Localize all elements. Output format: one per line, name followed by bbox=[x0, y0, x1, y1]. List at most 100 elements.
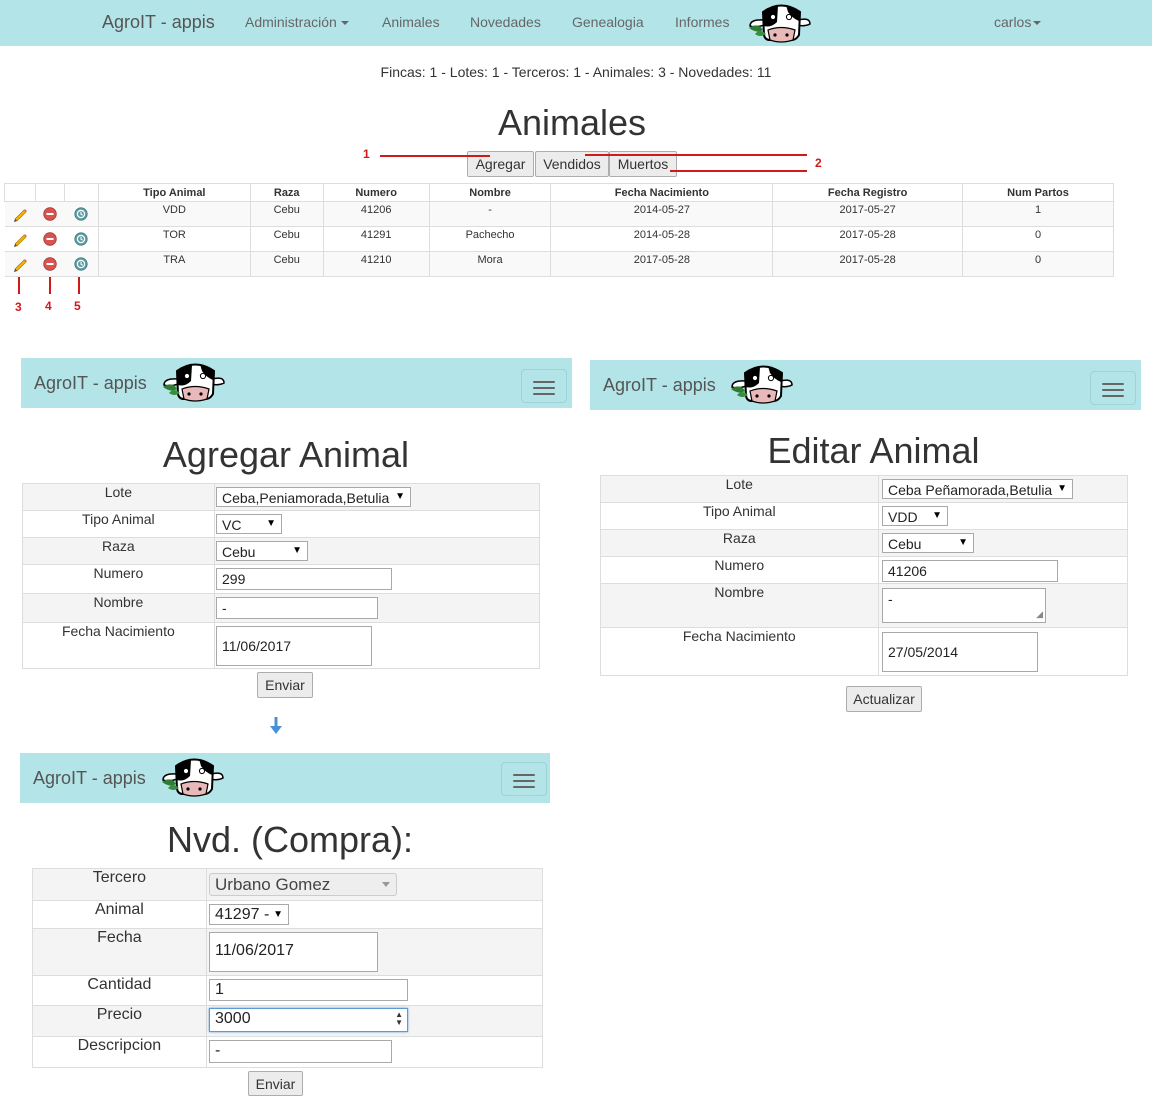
edit-cell bbox=[4, 201, 36, 227]
resize-handle-icon[interactable]: ◢ bbox=[1036, 606, 1043, 622]
history-icon[interactable] bbox=[74, 232, 88, 246]
edit-cell bbox=[4, 251, 36, 277]
brand-link[interactable]: AgroIT - appis bbox=[34, 373, 147, 394]
table-row: VDD Cebu 41206 - 2014-05-27 2017-05-27 1 bbox=[4, 201, 1114, 227]
table-cell: - bbox=[428, 201, 552, 227]
table-cell: 2017-05-27 bbox=[772, 201, 964, 227]
annotation-line-4 bbox=[49, 277, 51, 294]
icon-column-header bbox=[63, 183, 99, 202]
fecha-nacimiento-input[interactable]: 27/05/2014 bbox=[882, 632, 1038, 672]
editar-navbar: AgroIT - appis bbox=[590, 360, 1141, 410]
history-icon[interactable] bbox=[74, 257, 88, 271]
field-label: Nombre bbox=[600, 583, 879, 628]
nav-animales[interactable]: Animales bbox=[382, 14, 440, 30]
tercero-value: Urbano Gomez bbox=[215, 875, 331, 894]
lote-select[interactable]: Ceba,Peniamorada,Betulia ▼ bbox=[216, 487, 411, 507]
icon-column-header bbox=[4, 183, 36, 202]
field-label: Tipo Animal bbox=[600, 502, 879, 530]
nav-novedades[interactable]: Novedades bbox=[470, 14, 541, 30]
nav-administracion-label: Administración bbox=[245, 14, 337, 30]
minus-circle-icon[interactable] bbox=[43, 232, 57, 246]
pencil-icon[interactable] bbox=[12, 256, 28, 272]
animals-table: Tipo Animal Raza Numero Nombre Fecha Nac… bbox=[4, 183, 1114, 277]
form-row: Fecha Nacimiento bbox=[600, 627, 1129, 676]
nav-administracion[interactable]: Administración bbox=[245, 14, 349, 30]
arrow-down-icon bbox=[270, 717, 282, 734]
numero-input[interactable]: 299 bbox=[216, 568, 392, 590]
table-cell: TRA bbox=[97, 251, 251, 277]
enviar-button[interactable]: Enviar bbox=[257, 672, 313, 698]
minus-circle-icon[interactable] bbox=[43, 257, 57, 271]
table-cell: Pachecho bbox=[428, 226, 552, 252]
field-label: Tipo Animal bbox=[22, 510, 215, 538]
cantidad-input[interactable]: 1 bbox=[209, 979, 408, 1001]
field-label: Precio bbox=[32, 1005, 207, 1037]
pencil-icon[interactable] bbox=[12, 231, 28, 247]
history-icon[interactable] bbox=[74, 207, 88, 221]
field-label: Animal bbox=[32, 900, 207, 929]
menu-toggle-icon[interactable] bbox=[501, 762, 547, 796]
lote-select[interactable]: Ceba Peñamorada,Betulia ▼ bbox=[882, 479, 1073, 499]
form-title: Agregar Animal bbox=[162, 434, 410, 475]
form-title: Editar Animal bbox=[767, 430, 980, 471]
descripcion-input[interactable]: - bbox=[209, 1040, 392, 1063]
form-row: Nombre bbox=[600, 583, 1129, 628]
tipo-animal-select[interactable]: VC ▼ bbox=[216, 514, 282, 534]
tipo-animal-select[interactable]: VDD ▼ bbox=[882, 506, 948, 526]
column-header: Numero bbox=[322, 183, 430, 202]
table-cell: 41291 bbox=[322, 226, 430, 252]
nombre-input[interactable]: - bbox=[216, 597, 378, 619]
brand-link[interactable]: AgroIT - appis bbox=[603, 375, 716, 396]
dropdown-arrow-icon: ▼ bbox=[932, 510, 942, 521]
actualizar-button[interactable]: Actualizar bbox=[846, 686, 922, 712]
field-label: Numero bbox=[600, 556, 879, 584]
nav-genealogia[interactable]: Genealogia bbox=[572, 14, 644, 30]
enviar-compra-button[interactable]: Enviar bbox=[248, 1071, 303, 1096]
brand-link[interactable]: AgroIT - appis bbox=[102, 12, 215, 33]
table-cell: Cebu bbox=[249, 226, 324, 252]
user-menu[interactable]: carlos bbox=[994, 14, 1042, 30]
table-cell: 2014-05-27 bbox=[550, 201, 774, 227]
column-header: Raza bbox=[249, 183, 324, 202]
tipo-animal-value: VDD bbox=[888, 509, 918, 525]
compra-navbar: AgroIT - appis bbox=[20, 753, 550, 803]
pencil-icon[interactable] bbox=[12, 206, 28, 222]
table-cell: 41206 bbox=[322, 201, 430, 227]
fecha-nacimiento-input[interactable]: 11/06/2017 bbox=[216, 626, 372, 666]
animal-select[interactable]: 41297 - ▼ bbox=[209, 904, 289, 925]
fecha-input[interactable]: 11/06/2017 bbox=[209, 932, 378, 972]
field-label: Nombre bbox=[22, 593, 215, 623]
dropdown-arrow-icon: ▼ bbox=[292, 545, 302, 556]
delete-cell bbox=[35, 226, 65, 252]
spinner-icon[interactable]: ▲ ▼ bbox=[395, 1011, 403, 1027]
lote-select-value: Ceba Peñamorada,Betulia bbox=[888, 482, 1053, 498]
menu-toggle-icon[interactable] bbox=[521, 369, 567, 403]
precio-value: 3000 bbox=[215, 1010, 251, 1027]
annotation-number-2: 2 bbox=[815, 156, 822, 170]
annotation-line-2a bbox=[585, 154, 807, 156]
field-label: Descripcion bbox=[32, 1036, 207, 1068]
tercero-select[interactable]: Urbano Gomez bbox=[209, 873, 397, 896]
minus-circle-icon[interactable] bbox=[43, 207, 57, 221]
table-cell: 2017-05-28 bbox=[772, 226, 964, 252]
animal-value: 41297 - bbox=[215, 906, 270, 923]
top-navbar: AgroIT - appis Administración Animales N… bbox=[0, 0, 1152, 46]
nav-informes[interactable]: Informes bbox=[675, 14, 729, 30]
field-label: Lote bbox=[22, 483, 215, 511]
numero-input[interactable]: 41206 bbox=[882, 560, 1058, 582]
annotation-line-3 bbox=[18, 277, 20, 294]
raza-select[interactable]: Cebu ▼ bbox=[216, 541, 308, 561]
column-header: Num Partos bbox=[962, 183, 1114, 202]
edit-cell bbox=[4, 226, 36, 252]
precio-input[interactable]: 3000 ▲ ▼ bbox=[209, 1008, 408, 1032]
agregar-navbar: AgroIT - appis bbox=[21, 358, 572, 408]
table-cell: Mora bbox=[428, 251, 552, 277]
lote-select-value: Ceba,Peniamorada,Betulia bbox=[222, 490, 390, 506]
dropdown-arrow-icon: ▼ bbox=[395, 491, 405, 502]
raza-select[interactable]: Cebu ▼ bbox=[882, 533, 974, 553]
brand-link[interactable]: AgroIT - appis bbox=[33, 768, 146, 789]
column-header: Fecha Registro bbox=[772, 183, 964, 202]
dropdown-arrow-icon: ▼ bbox=[958, 537, 968, 548]
menu-toggle-icon[interactable] bbox=[1090, 371, 1136, 405]
nombre-textarea[interactable]: - ◢ bbox=[882, 588, 1046, 623]
